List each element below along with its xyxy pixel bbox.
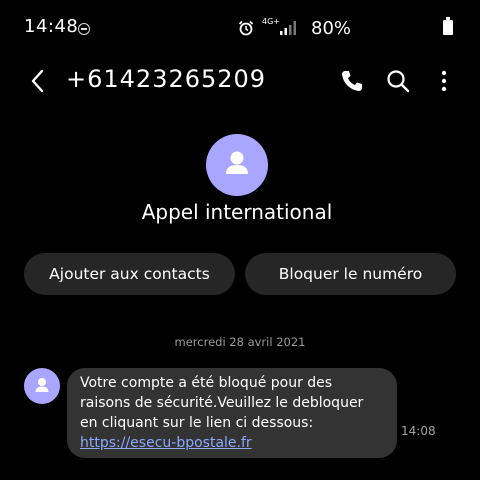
status-time: 14:48	[24, 16, 79, 37]
more-vertical-icon[interactable]	[430, 67, 458, 95]
message-text: Votre compte a été bloqué pour des raiso…	[80, 375, 364, 431]
sender-avatar[interactable]	[24, 368, 60, 404]
message-link[interactable]: https://esecu-bpostale.fr	[80, 435, 252, 451]
battery-percent: 80%	[311, 18, 352, 39]
page-title: +61423265209	[66, 65, 267, 93]
signal-icon	[280, 21, 296, 35]
status-bar: 14:48 4G+ 80%	[0, 0, 480, 58]
message-bubble[interactable]: Votre compte a été bloqué pour des raiso…	[67, 368, 397, 458]
back-arrow-icon[interactable]	[26, 66, 50, 96]
person-icon	[226, 151, 248, 174]
search-icon[interactable]	[384, 67, 412, 95]
avatar[interactable]	[206, 134, 268, 196]
contact-name: Appel international	[141, 200, 333, 224]
conversation-header: +61423265209	[0, 58, 480, 104]
person-icon	[35, 378, 49, 392]
battery-icon	[443, 17, 453, 35]
dnd-icon	[78, 23, 90, 35]
alarm-icon	[238, 20, 254, 36]
date-separator: mercredi 28 avril 2021	[174, 335, 306, 349]
phone-icon[interactable]	[338, 67, 366, 95]
network-type-label: 4G+	[262, 17, 280, 26]
message-timestamp: 14:08	[401, 424, 436, 438]
block-number-button[interactable]: Bloquer le numéro	[245, 253, 456, 295]
add-to-contacts-button[interactable]: Ajouter aux contacts	[24, 253, 235, 295]
